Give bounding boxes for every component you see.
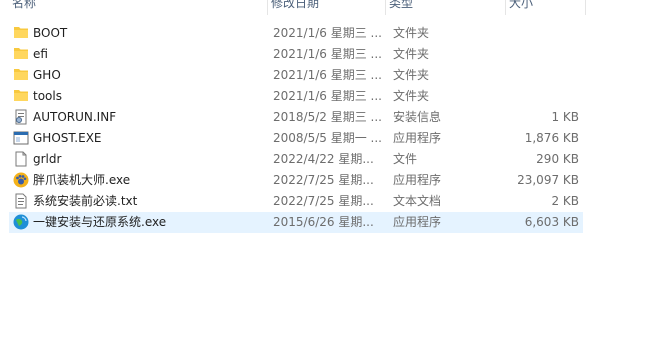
file-modified-date: 2022/7/25 星期... bbox=[273, 194, 374, 208]
file-name: tools bbox=[33, 89, 62, 103]
column-header-name[interactable]: 名称 bbox=[9, 0, 268, 15]
file-size bbox=[483, 44, 579, 65]
file-name: 系统安装前必读.txt bbox=[33, 194, 138, 208]
folder-icon bbox=[13, 46, 31, 63]
file-modified-date: 2022/4/22 星期... bbox=[273, 152, 374, 166]
file-type: 应用程序 bbox=[393, 215, 442, 229]
folder-icon bbox=[13, 67, 31, 84]
file-type: 文本文档 bbox=[393, 194, 442, 208]
file-modified-date: 2021/1/6 星期三 ... bbox=[273, 47, 382, 61]
file-type: 文件夹 bbox=[393, 47, 430, 61]
column-header-type[interactable]: 类型 bbox=[386, 0, 506, 15]
file-row[interactable]: 系统安装前必读.txt 2022/7/25 星期... 文本文档 2 KB bbox=[9, 191, 583, 212]
file-row[interactable]: 胖爪装机大师.exe 2022/7/25 星期... 应用程序 23,097 KB bbox=[9, 170, 583, 191]
file-modified-date: 2021/1/6 星期三 ... bbox=[273, 68, 382, 82]
file-size: 290 KB bbox=[536, 152, 579, 166]
file-type: 文件夹 bbox=[393, 26, 430, 40]
file-row[interactable]: tools 2021/1/6 星期三 ... 文件夹 bbox=[9, 86, 583, 107]
file-modified-date: 2008/5/5 星期一 ... bbox=[273, 131, 382, 145]
file-type: 应用程序 bbox=[393, 131, 442, 145]
file-size: 1,876 KB bbox=[524, 131, 579, 145]
setup-info-icon bbox=[13, 109, 31, 126]
column-header-size[interactable]: 大小 bbox=[506, 0, 586, 15]
text-file-icon bbox=[13, 193, 31, 210]
file-name: GHOST.EXE bbox=[33, 131, 102, 145]
file-modified-date: 2015/6/26 星期... bbox=[273, 215, 374, 229]
file-row[interactable]: efi 2021/1/6 星期三 ... 文件夹 bbox=[9, 44, 583, 65]
file-size: 1 KB bbox=[551, 110, 579, 124]
file-type: 应用程序 bbox=[393, 173, 442, 187]
file-row[interactable]: GHOST.EXE 2008/5/5 星期一 ... 应用程序 1,876 KB bbox=[9, 128, 583, 149]
file-row[interactable]: grldr 2022/4/22 星期... 文件 290 KB bbox=[9, 149, 583, 170]
file-name: efi bbox=[33, 47, 48, 61]
file-type: 文件 bbox=[393, 152, 418, 166]
file-row[interactable]: BOOT 2021/1/6 星期三 ... 文件夹 bbox=[9, 23, 583, 44]
column-header-bar: 名称 修改日期 类型 大小 bbox=[0, 0, 657, 15]
file-modified-date: 2021/1/6 星期三 ... bbox=[273, 89, 382, 103]
file-modified-date: 2021/1/6 星期三 ... bbox=[273, 26, 382, 40]
file-name: grldr bbox=[33, 152, 62, 166]
file-name: AUTORUN.INF bbox=[33, 110, 117, 124]
file-size: 23,097 KB bbox=[517, 173, 579, 187]
file-name: GHO bbox=[33, 68, 61, 82]
file-modified-date: 2022/7/25 星期... bbox=[273, 173, 374, 187]
file-size bbox=[483, 23, 579, 44]
folder-icon bbox=[13, 25, 31, 42]
file-modified-date: 2018/5/2 星期三 ... bbox=[273, 110, 382, 124]
file-size bbox=[483, 86, 579, 107]
file-size: 2 KB bbox=[551, 194, 579, 208]
file-type: 文件夹 bbox=[393, 89, 430, 103]
file-row[interactable]: 一键安装与还原系统.exe 2015/6/26 星期... 应用程序 6,603 KB bbox=[9, 212, 583, 233]
exe-window-icon bbox=[13, 130, 31, 147]
file-icon bbox=[13, 151, 31, 168]
file-row[interactable]: GHO 2021/1/6 星期三 ... 文件夹 bbox=[9, 65, 583, 86]
file-type: 文件夹 bbox=[393, 68, 430, 82]
globe-app-icon bbox=[13, 214, 31, 231]
file-name: 一键安装与还原系统.exe bbox=[33, 215, 167, 229]
paw-app-icon bbox=[13, 172, 31, 189]
file-name: BOOT bbox=[33, 26, 68, 40]
file-size: 6,603 KB bbox=[524, 215, 579, 229]
folder-icon bbox=[13, 88, 31, 105]
file-type: 安装信息 bbox=[393, 110, 442, 124]
file-size bbox=[483, 65, 579, 86]
column-header-date[interactable]: 修改日期 bbox=[268, 0, 386, 15]
file-row[interactable]: AUTORUN.INF 2018/5/2 星期三 ... 安装信息 1 KB bbox=[9, 107, 583, 128]
file-name: 胖爪装机大师.exe bbox=[33, 173, 131, 187]
